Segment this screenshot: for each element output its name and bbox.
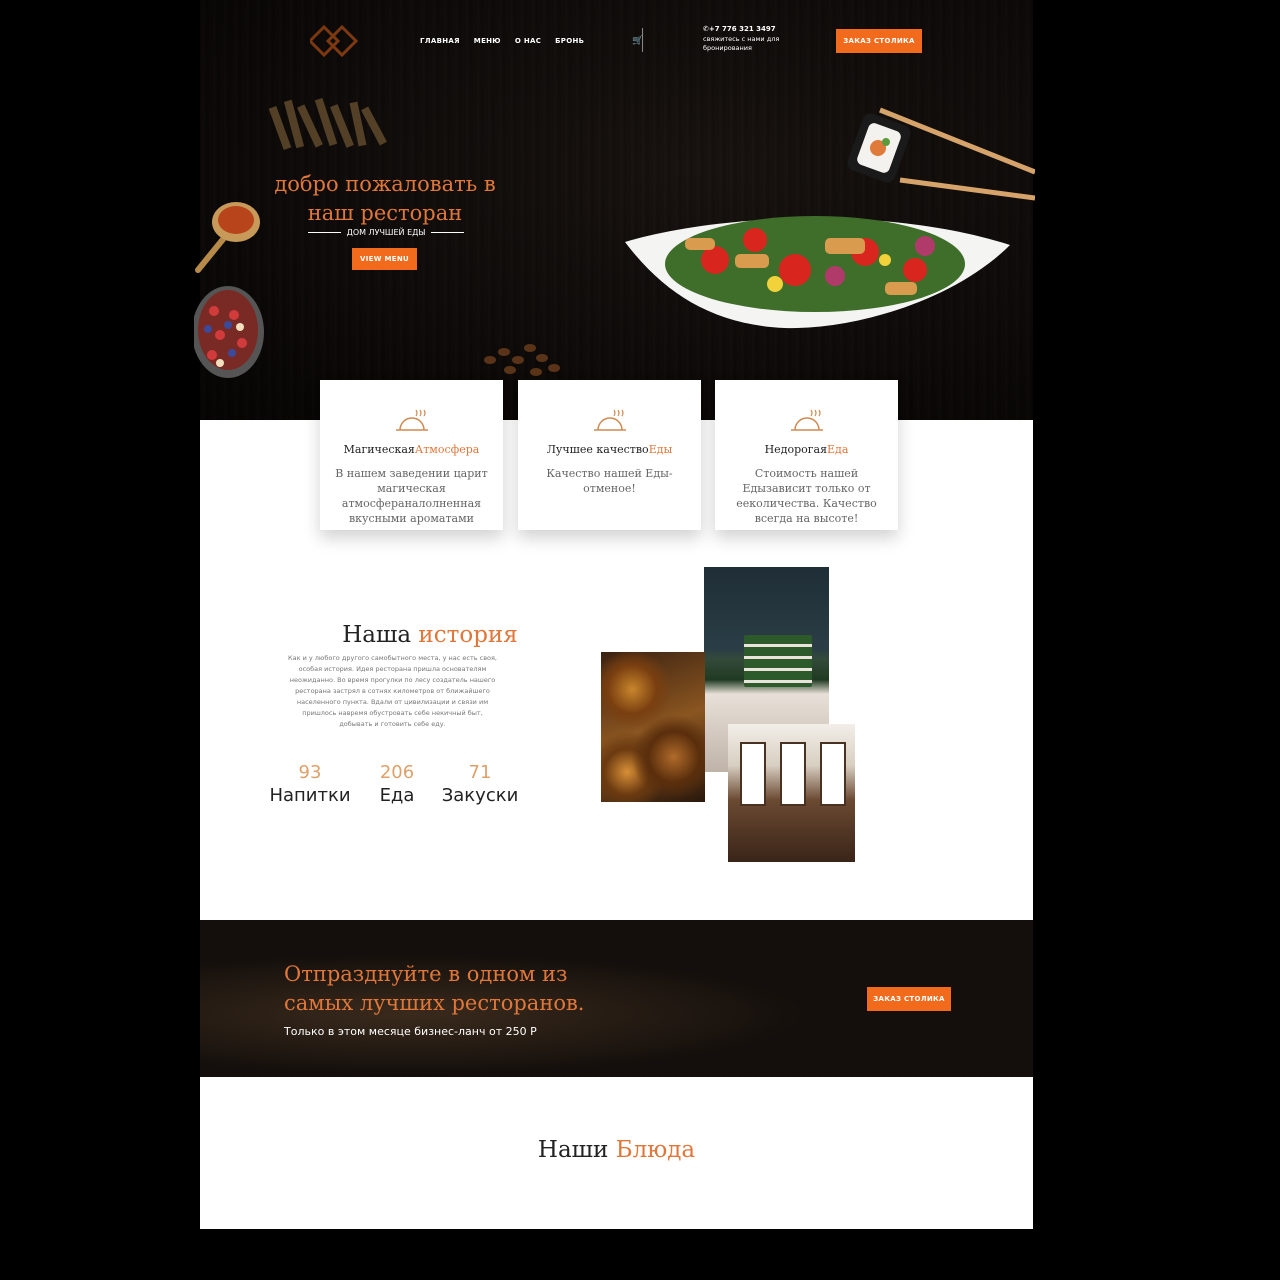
stat-number: 206 [379, 762, 415, 783]
hero-section: ГЛАВНАЯ МЕНЮ О НАС БРОНЬ 🛒 ✆+7 776 321 3… [194, 0, 1035, 420]
promo-title: Отпразднуйте в одном из самых лучших рес… [284, 960, 584, 1018]
stat-number: 71 [468, 762, 492, 783]
feature-title-a: Недорогая [764, 443, 828, 456]
page: ГЛАВНАЯ МЕНЮ О НАС БРОНЬ 🛒 ✆+7 776 321 3… [194, 0, 1035, 1230]
serving-dish-icon [396, 409, 428, 431]
hero-subtitle-text: ДОМ ЛУЧШЕЙ ЕДЫ [346, 228, 426, 237]
story-title-b: история [418, 622, 518, 648]
salad-plate-image [625, 216, 1010, 329]
fries-image [268, 97, 387, 151]
cafe-interior-image [728, 724, 855, 862]
feature-card: НедорогаяЕда Стоимость нашей Едызависит … [715, 380, 898, 530]
feature-title: Лучшее качествоЕды [518, 443, 701, 456]
feature-card: Лучшее качествоЕды Качество нашей Еды-от… [518, 380, 701, 530]
dishes-title: Наши Блюда [200, 1137, 1033, 1163]
spice-spoon-image [195, 202, 260, 273]
window [780, 742, 806, 806]
nav-menu[interactable]: МЕНЮ [474, 37, 501, 45]
main-nav: ГЛАВНАЯ МЕНЮ О НАС БРОНЬ [420, 37, 584, 45]
feature-text: В нашем заведении царит магическая атмос… [335, 467, 488, 525]
nav-about[interactable]: О НАС [515, 37, 541, 45]
dishes-section: Наши Блюда [200, 1077, 1033, 1229]
line-left [308, 232, 341, 233]
stat-item: 71 Закуски [434, 762, 526, 806]
sushi-chopsticks-image [847, 107, 1035, 201]
feature-title: МагическаяАтмосфера [320, 443, 503, 456]
promo-section: Отпразднуйте в одном из самых лучших рес… [200, 920, 1033, 1077]
dishes-title-a: Наши [537, 1137, 609, 1163]
serving-dish-icon [594, 409, 626, 431]
phone-number[interactable]: +7 776 321 3497 [709, 25, 776, 33]
stat-label: Закуски [441, 785, 519, 806]
stat-item: 206 Еда [360, 762, 434, 806]
stat-number: 93 [298, 762, 322, 783]
feature-text: Качество нашей Еды-отменое! [546, 467, 673, 495]
stat-label: Напитки [269, 785, 351, 806]
story-text: Как и у любого другого самобытного места… [287, 654, 497, 728]
hero-title: добро пожаловать в наш ресторан [270, 170, 500, 228]
logo-icon[interactable] [310, 24, 362, 58]
stat-label: Еда [379, 785, 415, 806]
promo-title-line2: самых лучших ресторанов. [284, 991, 585, 1015]
story-title: Наша история [280, 622, 580, 648]
serving-dish-icon [791, 409, 823, 431]
feature-title-a: Магическая [343, 443, 415, 456]
feature-title-b: Атмосфера [414, 443, 480, 456]
feature-title: НедорогаяЕда [715, 443, 898, 456]
divider [642, 28, 643, 52]
reserve-table-button[interactable]: ЗАКАЗ СТОЛИКА [836, 29, 922, 53]
hero-title-line2: наш ресторан [307, 201, 463, 225]
view-menu-button[interactable]: VIEW MENU [352, 248, 417, 270]
window [820, 742, 846, 806]
contact-subtext: свяжитесь с нами для бронирования [703, 35, 780, 52]
nav-home[interactable]: ГЛАВНАЯ [420, 37, 460, 45]
spices-image [601, 652, 705, 802]
feature-card: МагическаяАтмосфера В нашем заведении ца… [320, 380, 503, 530]
promo-subtitle: Только в этом месяце бизнес-ланч от 250 … [284, 1025, 537, 1038]
hero-title-line1: добро пожаловать в [274, 172, 496, 196]
fruit-bowl-image [194, 286, 264, 378]
stats-row: 93 Напитки 206 Еда 71 Закуски [260, 762, 526, 806]
promo-title-line1: Отпразднуйте в одном из [284, 962, 568, 986]
cake-slice [744, 635, 812, 687]
contact-block: ✆+7 776 321 3497 свяжитесь с нами для бр… [703, 25, 783, 53]
coffee-beans-image [484, 344, 560, 376]
feature-title-a: Лучшее качество [546, 443, 649, 456]
feature-text: Стоимость нашей Едызависит только от еек… [736, 467, 877, 525]
hero-subtitle: ДОМ ЛУЧШЕЙ ЕДЫ [308, 228, 464, 237]
dishes-title-b: Блюда [615, 1137, 696, 1163]
window [740, 742, 766, 806]
stat-item: 93 Напитки [260, 762, 360, 806]
feature-title-b: Еда [827, 443, 849, 456]
story-title-a: Наша [342, 622, 412, 648]
nav-booking[interactable]: БРОНЬ [555, 37, 584, 45]
promo-reserve-button[interactable]: ЗАКАЗ СТОЛИКА [867, 987, 951, 1011]
feature-title-b: Еды [648, 443, 673, 456]
line-right [431, 232, 464, 233]
